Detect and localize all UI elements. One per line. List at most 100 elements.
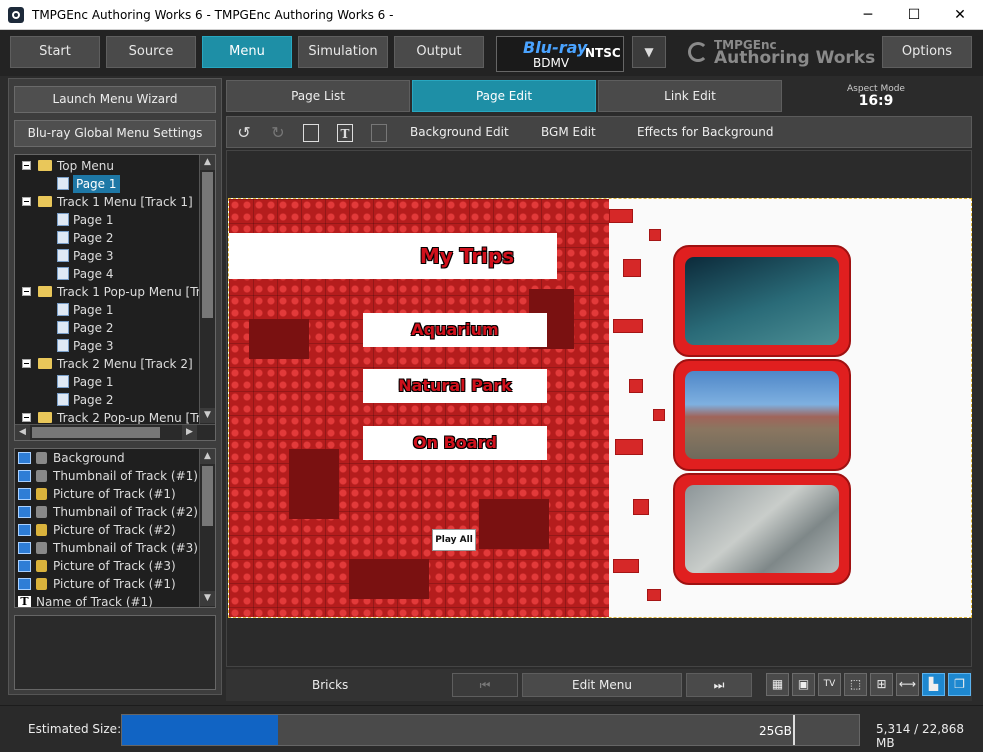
tree-page-item[interactable]: Page 2 [15,319,199,337]
layer-item[interactable]: Picture of Track (#2) [15,521,199,539]
scroll-up-icon[interactable]: ▲ [200,155,215,170]
tree-page-item[interactable]: Page 3 [15,247,199,265]
lock-icon[interactable] [36,488,47,500]
tree-vertical-scrollbar[interactable]: ▲ ▼ [199,155,215,424]
maximize-button[interactable]: ☐ [891,0,937,30]
next-page-button[interactable]: ⏭ [686,673,752,697]
menu-button-aquarium[interactable]: Aquarium [363,313,547,347]
launch-menu-wizard-button[interactable]: Launch Menu Wizard [14,86,216,113]
tab-link-edit[interactable]: Link Edit [598,80,782,112]
options-button[interactable]: Options [882,36,972,68]
tree-horizontal-scrollbar[interactable]: ◀ ▶ [15,424,215,440]
effects-for-background-button[interactable]: Effects for Background [637,125,774,139]
bgm-edit-button[interactable]: BGM Edit [541,125,596,139]
layer-item[interactable]: T Name of Track (#1) [15,593,199,607]
lock-icon[interactable] [36,470,47,482]
tree-page-item[interactable]: Page 3 [15,337,199,355]
layer-item[interactable]: Picture of Track (#1) [15,485,199,503]
layers-vertical-scrollbar[interactable]: ▲ ▼ [199,449,215,607]
layout-left-icon[interactable]: ▙ [922,673,945,696]
tree-page-item[interactable]: Page 2 [15,229,199,247]
add-image-icon[interactable] [303,124,319,142]
tree-page-item[interactable]: Page 4 [15,265,199,283]
safe-area-icon[interactable]: ▣ [792,673,815,696]
tree-page-item[interactable]: Page 1 [15,211,199,229]
text-layer-icon: T [18,596,31,607]
tab-page-edit[interactable]: Page Edit [412,80,596,112]
tree-folder-item[interactable]: Track 1 Menu [Track 1] [15,193,199,211]
close-button[interactable]: ✕ [937,0,983,30]
layer-item[interactable]: Background [15,449,199,467]
bluray-global-menu-settings-button[interactable]: Blu-ray Global Menu Settings [14,120,216,147]
thumbnail-frame-2[interactable] [673,359,851,471]
tree-folder-item[interactable]: Track 2 Menu [Track 2] [15,355,199,373]
scroll-left-icon[interactable]: ◀ [15,425,30,440]
nav-output-button[interactable]: Output [394,36,484,68]
thumbnail-frame-3[interactable] [673,473,851,585]
lock-icon[interactable] [36,506,47,518]
menu-tree: Track 2 Pop-up Menu [Tra Page 2 Page 1 Trac… [14,154,216,441]
tree-page-item[interactable]: Page 1 [15,301,199,319]
nav-source-button[interactable]: Source [106,36,196,68]
tree-hscroll-thumb[interactable] [32,427,160,438]
nav-simulation-button[interactable]: Simulation [298,36,388,68]
add-text-icon[interactable]: T [337,124,353,142]
previous-page-button[interactable]: ⏮ [452,673,518,697]
collapse-toggle-icon[interactable] [22,161,31,170]
edit-menu-button[interactable]: Edit Menu [522,673,682,697]
tree-item-label: Page 1 [73,213,114,227]
menu-button-natural-park[interactable]: Natural Park [363,369,547,403]
play-all-button[interactable]: Play All [432,529,476,551]
lock-icon[interactable] [36,524,47,536]
redo-icon[interactable]: ↻ [269,124,287,142]
scroll-down-icon[interactable]: ▼ [200,408,215,423]
tree-folder-item[interactable]: Track 1 Pop-up Menu [Tra [15,283,208,301]
tab-page-list[interactable]: Page List [226,80,410,112]
collapse-toggle-icon[interactable] [22,413,31,422]
layer-item[interactable]: Thumbnail of Track (#3) [15,539,199,557]
layers-scroll-thumb[interactable] [202,466,213,526]
scroll-up-icon[interactable]: ▲ [200,449,215,464]
select-area-icon[interactable]: ⬚ [844,673,867,696]
collapse-toggle-icon[interactable] [22,359,31,368]
brand-swirl-icon [688,42,708,62]
tv-frame-icon[interactable]: TV [818,673,841,696]
scroll-right-icon[interactable]: ▶ [182,425,197,440]
lock-icon[interactable] [36,560,47,572]
lock-icon[interactable] [36,452,47,464]
lock-icon[interactable] [36,578,47,590]
collapse-toggle-icon[interactable] [22,287,31,296]
layout-overlay-icon[interactable]: ❐ [948,673,971,696]
capacity-marker [793,715,795,745]
format-dropdown-button[interactable]: ▼ [632,36,666,68]
grid-icon[interactable]: ▦ [766,673,789,696]
menu-canvas[interactable]: My Trips Aquarium Natural Park On Board … [228,198,972,618]
collapse-toggle-icon[interactable] [22,197,31,206]
layer-item[interactable]: Thumbnail of Track (#2) [15,503,199,521]
layer-item[interactable]: Picture of Track (#3) [15,557,199,575]
layer-item[interactable]: Picture of Track (#1) [15,575,199,593]
undo-icon[interactable]: ↺ [235,124,253,142]
menu-title[interactable]: My Trips [377,233,557,279]
fit-width-icon[interactable]: ⟷ [896,673,919,696]
tree-page-item[interactable]: Page 1 [15,175,199,193]
background-edit-button[interactable]: Background Edit [410,125,509,139]
delete-icon[interactable] [371,124,387,142]
tree-folder-item[interactable]: Top Menu [15,157,199,175]
layer-item[interactable]: Thumbnail of Track (#1) [15,467,199,485]
tree-page-item[interactable]: Page 1 [15,373,199,391]
lock-icon[interactable] [36,542,47,554]
tree-scroll-thumb[interactable] [202,172,213,318]
nav-menu-button[interactable]: Menu [202,36,292,68]
aspect-mode-indicator[interactable]: Aspect Mode 16:9 [840,84,912,108]
thumbnail-frame-1[interactable] [673,245,851,357]
minimize-button[interactable]: ─ [845,0,891,30]
nav-start-button[interactable]: Start [10,36,100,68]
scattered-brick [629,379,643,393]
dark-brick-patch [349,559,429,599]
image-layer-icon [18,578,31,590]
menu-button-on-board[interactable]: On Board [363,426,547,460]
tree-page-item[interactable]: Page 2 [15,391,199,409]
scroll-down-icon[interactable]: ▼ [200,591,215,606]
guide-lines-icon[interactable]: ⊞ [870,673,893,696]
